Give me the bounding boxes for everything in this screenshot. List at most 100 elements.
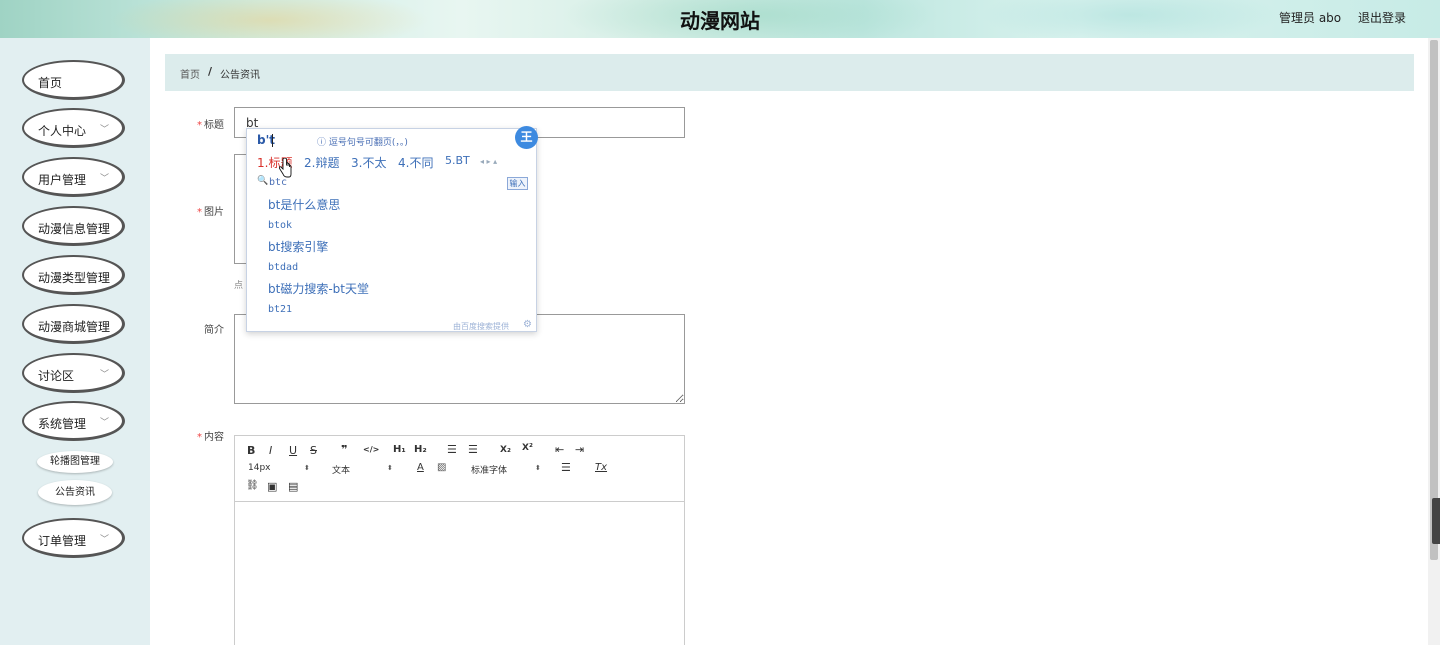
content-label-text: 内容 (204, 432, 224, 443)
ime-suggestion[interactable]: bt搜索引擎 (268, 238, 328, 255)
header-banner: 动漫网站 管理员 abo 退出登录 (0, 0, 1440, 38)
header-select[interactable]: 文本 ⬍ (332, 463, 396, 476)
ime-search-query[interactable]: btc (269, 177, 287, 188)
subscript-button[interactable]: X₂ (500, 445, 511, 455)
image-button[interactable]: ▣ (267, 480, 277, 493)
rich-text-editor: B I U S ❞ </> H₁ H₂ ☰ ☰ X₂ X² ⇤ ⇥ 14px ⬍… (234, 435, 685, 645)
sidebar-item-label: 首页 (38, 76, 63, 90)
code-block-button[interactable]: </> (363, 445, 379, 454)
bold-button[interactable]: B (247, 444, 255, 457)
align-button[interactable]: ☰ (561, 461, 571, 474)
breadcrumb: 首页 / 公告资讯 (165, 54, 1414, 91)
header-select-value: 文本 (332, 466, 351, 476)
sidebar-item-label: 系统管理 (38, 417, 87, 431)
ime-candidate-5[interactable]: 5.BT (445, 154, 470, 167)
select-arrows-icon: ⬍ (387, 464, 393, 472)
logout-button[interactable]: 退出登录 (1358, 9, 1406, 26)
sidebar-item-user-management[interactable]: 用户管理 ﹀ (22, 157, 125, 197)
gear-icon[interactable]: ⚙ (523, 319, 532, 330)
scrollbar-thumb[interactable] (1430, 40, 1438, 560)
sidebar-item-label: 动漫信息管理 (38, 222, 111, 236)
chevron-down-icon: ﹀ (99, 174, 109, 184)
sidebar-item-label: 动漫类型管理 (38, 271, 111, 285)
ime-logo-icon: 王 (515, 126, 538, 149)
ime-candidate-3[interactable]: 3.不太 (351, 154, 386, 171)
font-size-value: 14px (248, 463, 271, 473)
title-label: * 标题 (197, 116, 224, 131)
sidebar-item-anime-shop[interactable]: 动漫商城管理 (22, 304, 125, 344)
ime-candidate-2[interactable]: 2.辩题 (304, 154, 339, 171)
ime-suggestion[interactable]: bt磁力搜索-bt天堂 (268, 280, 369, 297)
chevron-down-icon: ﹀ (99, 535, 109, 545)
site-title: 动漫网站 (680, 9, 760, 33)
chevron-down-icon: ﹀ (99, 125, 109, 135)
font-family-value: 标准字体 (471, 466, 508, 476)
italic-button[interactable]: I (269, 444, 272, 457)
bullet-list-button[interactable]: ☰ (468, 443, 478, 456)
underline-button[interactable]: U (289, 444, 297, 457)
user-info: 管理员 abo (1279, 11, 1342, 25)
intro-label: 简介 (204, 325, 224, 336)
sidebar-item-label: 订单管理 (38, 534, 87, 548)
hand-cursor-icon (278, 158, 292, 178)
required-mark: * (197, 120, 202, 131)
ime-suggestion[interactable]: btok (268, 220, 292, 231)
ime-page-nav[interactable]: ◂ ▸ ▴ (480, 157, 497, 166)
select-arrows-icon: ⬍ (304, 464, 310, 472)
sidebar-subitem-announcements[interactable]: 公告资讯 (38, 480, 112, 505)
ime-hint: ⓘ 逗号句号可翻页(，。) (317, 138, 408, 148)
sidebar-item-anime-type[interactable]: 动漫类型管理 (22, 255, 125, 295)
ime-candidate-4[interactable]: 4.不同 (398, 154, 433, 171)
sidebar-item-anime-info[interactable]: 动漫信息管理 (22, 206, 125, 246)
superscript-button[interactable]: X² (522, 443, 533, 453)
content-label: * 内容 (197, 428, 224, 443)
sidebar-item-personal-center[interactable]: 个人中心 ﹀ (22, 108, 125, 148)
select-arrows-icon: ⬍ (535, 464, 541, 472)
ime-caret (272, 134, 273, 147)
editor-toolbar: B I U S ❞ </> H₁ H₂ ☰ ☰ X₂ X² ⇤ ⇥ 14px ⬍… (235, 436, 684, 502)
page-scrollbar[interactable] (1428, 38, 1440, 645)
title-label-text: 标题 (204, 120, 224, 131)
breadcrumb-home-link[interactable]: 首页 (180, 66, 200, 81)
sidebar-item-home[interactable]: 首页 (22, 60, 125, 100)
sidebar-item-label: 个人中心 (38, 124, 87, 138)
editor-content-area[interactable] (235, 503, 684, 645)
image-label-text: 图片 (204, 207, 224, 218)
upload-tip: 点 (234, 281, 244, 291)
chevron-down-icon: ﹀ (99, 418, 109, 428)
ordered-list-button[interactable]: ☰ (447, 443, 457, 456)
header2-button[interactable]: H₂ (414, 444, 427, 455)
ime-suggestion[interactable]: bt21 (268, 304, 292, 315)
side-widget-tab[interactable] (1432, 498, 1440, 544)
ime-input-button[interactable]: 输入 (507, 177, 528, 190)
font-color-button[interactable]: A (417, 462, 424, 473)
sidebar-item-label: 讨论区 (38, 369, 75, 383)
sidebar-item-discussion[interactable]: 讨论区 ﹀ (22, 353, 125, 393)
chevron-down-icon: ﹀ (99, 370, 109, 380)
sidebar-item-label: 用户管理 (38, 173, 87, 187)
sidebar-item-system[interactable]: 系统管理 ﹀ (22, 401, 125, 441)
ime-suggestion[interactable]: btdad (268, 262, 298, 273)
required-mark: * (197, 207, 202, 218)
breadcrumb-current: 公告资讯 (220, 70, 260, 81)
indent-button[interactable]: ⇥ (575, 443, 584, 456)
ime-footer-text: 由百度搜索提供 (453, 322, 509, 331)
search-icon: 🔍 (257, 176, 269, 186)
sidebar-subitem-carousel[interactable]: 轮播图管理 (37, 451, 113, 473)
video-button[interactable]: ▤ (288, 480, 298, 493)
blockquote-button[interactable]: ❞ (341, 443, 347, 456)
breadcrumb-separator: / (208, 65, 213, 78)
font-family-select[interactable]: 标准字体 ⬍ (471, 463, 543, 476)
outdent-button[interactable]: ⇤ (555, 443, 564, 456)
clean-format-button[interactable]: Tx (595, 462, 607, 473)
image-label: * 图片 (197, 203, 224, 218)
background-color-button[interactable]: ▨ (437, 462, 446, 473)
header1-button[interactable]: H₁ (393, 444, 406, 455)
ime-suggestion[interactable]: bt是什么意思 (268, 196, 340, 213)
required-mark: * (197, 432, 202, 443)
sidebar-item-label: 动漫商城管理 (38, 320, 111, 334)
strikethrough-button[interactable]: S (310, 444, 317, 457)
sidebar-item-orders[interactable]: 订单管理 ﹀ (22, 518, 125, 558)
link-button[interactable]: ⛓ (246, 480, 259, 491)
font-size-select[interactable]: 14px ⬍ (248, 463, 312, 475)
